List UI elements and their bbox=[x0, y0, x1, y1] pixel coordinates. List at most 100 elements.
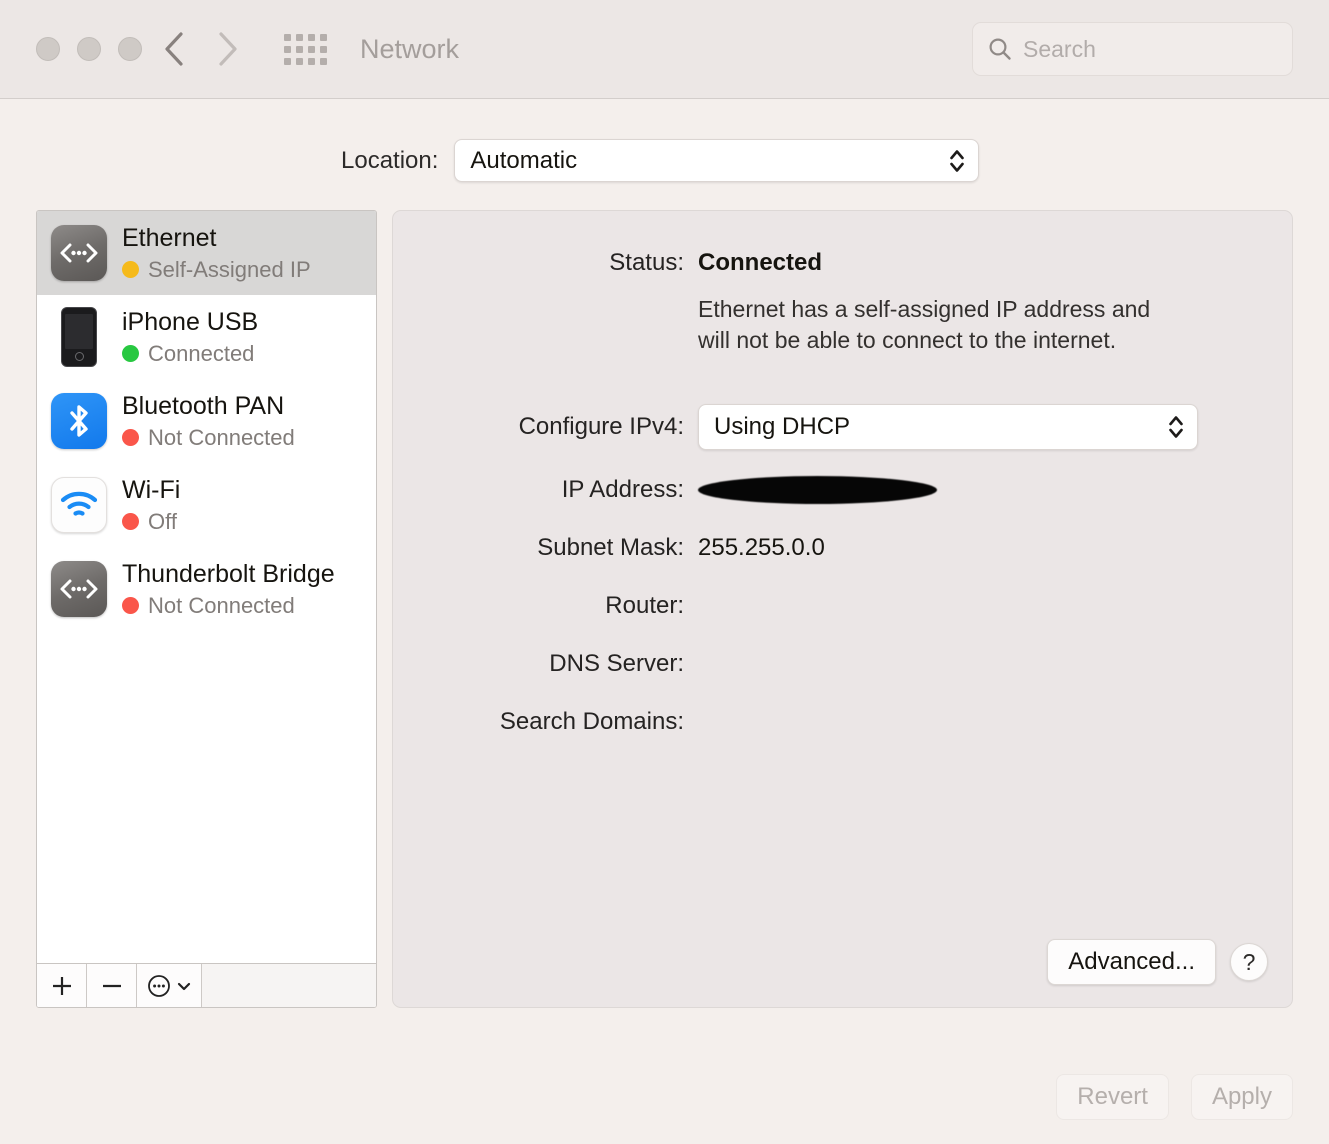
ethernet-glyph bbox=[60, 243, 98, 263]
service-status: Not Connected bbox=[122, 593, 335, 619]
service-name: Bluetooth PAN bbox=[122, 391, 285, 420]
ethernet-icon bbox=[50, 560, 108, 618]
subnet-mask-value: 255.255.0.0 bbox=[698, 534, 825, 562]
service-name: Wi-Fi bbox=[122, 475, 181, 504]
service-status: Connected bbox=[122, 341, 258, 367]
service-text: Wi-Fi Off bbox=[122, 476, 180, 535]
forward-button[interactable] bbox=[206, 27, 250, 71]
configure-ipv4-value: Using DHCP bbox=[714, 413, 851, 441]
service-status-label: Not Connected bbox=[148, 592, 295, 618]
service-status: Self-Assigned IP bbox=[122, 257, 311, 283]
bluetooth-glyph bbox=[70, 405, 88, 437]
location-row: Location: Automatic bbox=[0, 139, 1329, 182]
search-field[interactable] bbox=[972, 22, 1293, 76]
ethernet-icon bbox=[50, 224, 108, 282]
traffic-light-buttons bbox=[36, 37, 142, 61]
service-detail-panel: Status: Connected Ethernet has a self-as… bbox=[392, 210, 1293, 1008]
minimize-button[interactable] bbox=[77, 37, 101, 61]
service-list-toolbar bbox=[37, 963, 376, 1007]
search-domains-row: Search Domains: bbox=[393, 708, 1292, 736]
ethernet-glyph bbox=[60, 579, 98, 599]
dns-server-label: DNS Server: bbox=[549, 650, 684, 678]
ellipsis-circle-icon bbox=[147, 974, 170, 997]
chevron-up-down-icon bbox=[950, 149, 965, 172]
subnet-mask-label: Subnet Mask: bbox=[537, 534, 684, 562]
status-note: Ethernet has a self-assigned IP address … bbox=[698, 296, 1151, 354]
chevron-right-icon bbox=[219, 32, 237, 66]
service-text: Thunderbolt Bridge Not Connected bbox=[122, 560, 335, 619]
service-row-iphone-usb[interactable]: iPhone USB Connected bbox=[37, 295, 376, 379]
service-actions-button[interactable] bbox=[137, 964, 202, 1007]
bluetooth-icon bbox=[50, 392, 108, 450]
service-status-label: Self-Assigned IP bbox=[148, 256, 311, 282]
dns-server-row: DNS Server: bbox=[393, 650, 1292, 678]
location-selected-value: Automatic bbox=[470, 146, 578, 174]
search-icon bbox=[989, 38, 1011, 60]
zoom-button[interactable] bbox=[118, 37, 142, 61]
service-status-label: Not Connected bbox=[148, 424, 295, 450]
status-dot bbox=[122, 429, 139, 446]
service-list: Ethernet Self-Assigned IP iPhone USB Con… bbox=[37, 211, 376, 963]
status-value: Connected bbox=[698, 249, 823, 276]
wifi-icon bbox=[50, 476, 108, 534]
service-toolbar-spacer bbox=[202, 964, 376, 1007]
service-status-label: Off bbox=[148, 508, 177, 534]
service-text: Ethernet Self-Assigned IP bbox=[122, 224, 311, 283]
service-status-label: Connected bbox=[148, 340, 255, 366]
apply-button[interactable]: Apply bbox=[1190, 1074, 1293, 1120]
chevron-up-down-icon bbox=[1169, 416, 1183, 438]
content-area: Ethernet Self-Assigned IP iPhone USB Con… bbox=[0, 210, 1329, 1010]
search-input[interactable] bbox=[1023, 35, 1278, 63]
service-status: Not Connected bbox=[122, 425, 295, 451]
revert-button[interactable]: Revert bbox=[1056, 1074, 1169, 1120]
location-label: Location: bbox=[341, 146, 439, 174]
configure-ipv4-label: Configure IPv4: bbox=[518, 413, 684, 441]
ip-address-label: IP Address: bbox=[561, 476, 684, 504]
router-label: Router: bbox=[605, 592, 684, 620]
minus-icon bbox=[102, 984, 121, 987]
service-name: Thunderbolt Bridge bbox=[122, 559, 335, 588]
service-row-wifi[interactable]: Wi-Fi Off bbox=[37, 463, 376, 547]
ip-address-row: IP Address: bbox=[393, 476, 1292, 505]
back-button[interactable] bbox=[152, 27, 196, 71]
detail-actions: Advanced... ? bbox=[1047, 939, 1268, 985]
remove-service-button[interactable] bbox=[87, 964, 137, 1007]
show-all-grid-icon[interactable] bbox=[282, 26, 328, 72]
window-footer-actions: Revert Apply bbox=[1056, 1074, 1293, 1120]
service-row-ethernet[interactable]: Ethernet Self-Assigned IP bbox=[37, 211, 376, 295]
service-name: iPhone USB bbox=[122, 307, 259, 336]
chevron-down-icon bbox=[177, 982, 190, 990]
service-list-panel: Ethernet Self-Assigned IP iPhone USB Con… bbox=[36, 210, 377, 1008]
configure-ipv4-popup-button[interactable]: Using DHCP bbox=[698, 404, 1198, 451]
service-status: Off bbox=[122, 509, 180, 535]
iphone-icon bbox=[50, 307, 108, 367]
service-row-bluetooth-pan[interactable]: Bluetooth PAN Not Connected bbox=[37, 379, 376, 463]
configure-ipv4-row: Configure IPv4: Using DHCP bbox=[393, 404, 1292, 451]
status-row: Status: Connected bbox=[393, 249, 1292, 277]
page-title: Network bbox=[360, 33, 460, 64]
router-row: Router: bbox=[393, 592, 1292, 620]
status-dot bbox=[122, 597, 139, 614]
network-preferences-window: Network Location: Automatic bbox=[0, 0, 1329, 1144]
window-toolbar: Network bbox=[0, 0, 1329, 99]
service-text: iPhone USB Connected bbox=[122, 308, 258, 367]
status-dot bbox=[122, 513, 139, 530]
plus-icon bbox=[52, 976, 71, 995]
chevron-left-icon bbox=[165, 32, 183, 66]
status-dot bbox=[122, 261, 139, 278]
wifi-glyph bbox=[60, 491, 98, 516]
location-popup-button[interactable]: Automatic bbox=[454, 139, 980, 182]
service-row-thunderbolt-bridge[interactable]: Thunderbolt Bridge Not Connected bbox=[37, 547, 376, 631]
ip-address-redaction bbox=[698, 476, 937, 505]
service-name: Ethernet bbox=[122, 223, 217, 252]
advanced-button[interactable]: Advanced... bbox=[1047, 939, 1216, 985]
subnet-mask-row: Subnet Mask: 255.255.0.0 bbox=[393, 534, 1292, 562]
status-label: Status: bbox=[609, 249, 684, 276]
status-note-row: Ethernet has a self-assigned IP address … bbox=[393, 294, 1292, 356]
add-service-button[interactable] bbox=[37, 964, 87, 1007]
search-domains-label: Search Domains: bbox=[499, 708, 684, 736]
service-text: Bluetooth PAN Not Connected bbox=[122, 392, 295, 451]
status-dot bbox=[122, 345, 139, 362]
help-button[interactable]: ? bbox=[1230, 943, 1268, 981]
close-button[interactable] bbox=[36, 37, 60, 61]
